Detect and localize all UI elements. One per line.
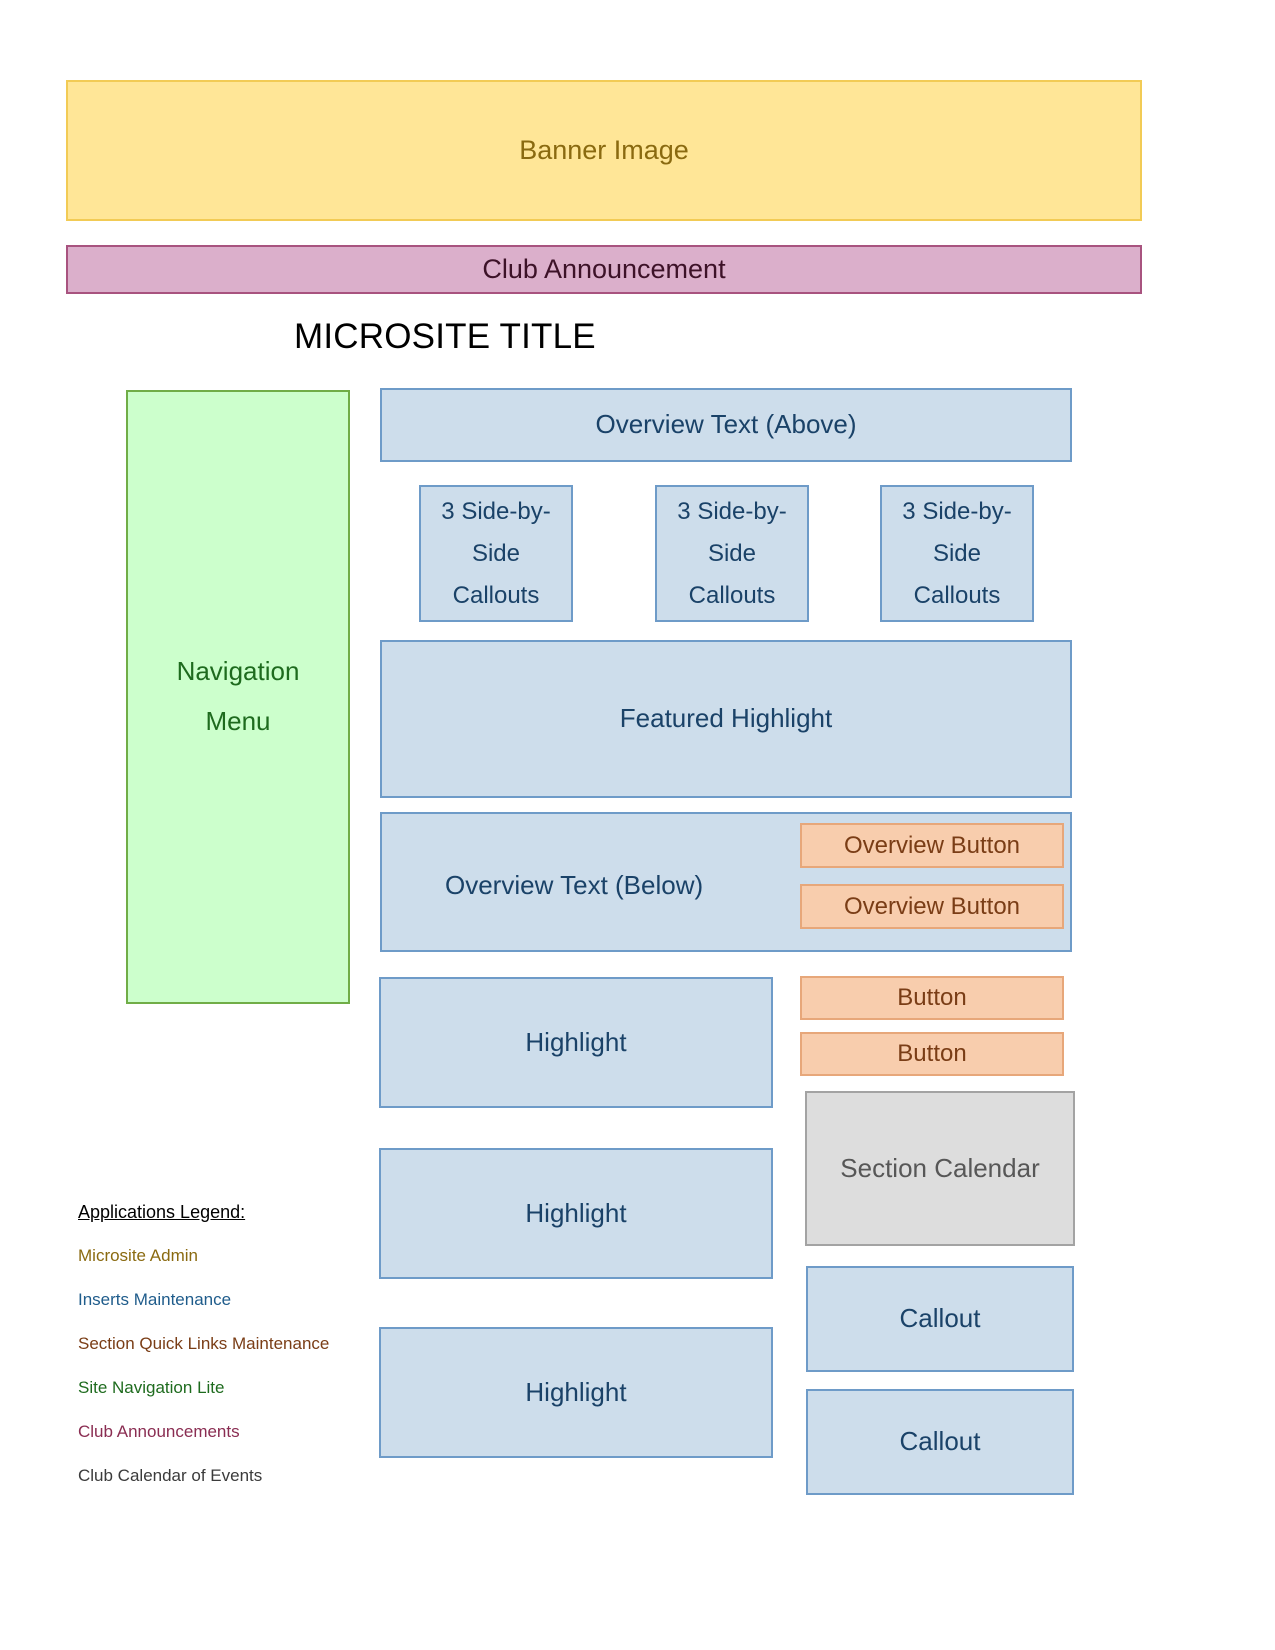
navigation-menu-label-line2: Menu bbox=[205, 706, 271, 736]
button-2[interactable]: Button bbox=[800, 1032, 1064, 1076]
side-by-side-callout-2[interactable]: 3 Side-by- Side Callouts bbox=[655, 485, 809, 622]
highlight-1-label: Highlight bbox=[525, 1026, 627, 1057]
side-callout-2-line3: Callouts bbox=[688, 581, 776, 609]
club-announcement-label: Club Announcement bbox=[482, 253, 726, 284]
wireframe-canvas: Banner Image Club Announcement MICROSITE… bbox=[0, 0, 1275, 1650]
highlight-3-label: Highlight bbox=[525, 1376, 627, 1407]
overview-button-1[interactable]: Overview Button bbox=[800, 823, 1064, 868]
side-callout-1-line1: 3 Side-by- bbox=[441, 497, 551, 525]
side-callout-block-1-label: Callout bbox=[899, 1303, 981, 1334]
overview-text-above-label: Overview Text (Above) bbox=[595, 409, 857, 440]
side-callout-3-line2: Side bbox=[932, 539, 982, 567]
overview-button-2-label: Overview Button bbox=[843, 892, 1021, 920]
banner-label: Banner Image bbox=[519, 134, 689, 165]
applications-legend: Applications Legend: Microsite Admin Ins… bbox=[78, 1203, 329, 1484]
side-callout-block-1[interactable]: Callout bbox=[806, 1266, 1074, 1372]
legend-title: Applications Legend: bbox=[78, 1202, 246, 1222]
legend-item-inserts-maintenance: Inserts Maintenance bbox=[78, 1290, 232, 1309]
overview-text-below-label: Overview Text (Below) bbox=[445, 870, 704, 900]
club-announcement-block[interactable]: Club Announcement bbox=[66, 245, 1142, 294]
page-title: MICROSITE TITLE bbox=[294, 317, 596, 356]
side-callout-1-line2: Side bbox=[471, 539, 521, 567]
side-callout-2-line1: 3 Side-by- bbox=[677, 497, 787, 525]
side-callout-2-line2: Side bbox=[707, 539, 757, 567]
section-calendar-block[interactable]: Section Calendar bbox=[805, 1091, 1075, 1246]
legend-item-microsite-admin: Microsite Admin bbox=[78, 1246, 198, 1265]
legend-item-section-quick-links-maintenance: Section Quick Links Maintenance bbox=[78, 1334, 330, 1353]
navigation-menu-label-line1: Navigation bbox=[176, 656, 300, 687]
legend-item-club-announcements: Club Announcements bbox=[78, 1422, 240, 1441]
overview-text-above-block[interactable]: Overview Text (Above) bbox=[380, 388, 1072, 462]
side-by-side-callout-3[interactable]: 3 Side-by- Side Callouts bbox=[880, 485, 1034, 622]
side-by-side-callout-1[interactable]: 3 Side-by- Side Callouts bbox=[419, 485, 573, 622]
side-callout-block-2[interactable]: Callout bbox=[806, 1389, 1074, 1495]
highlight-block-3[interactable]: Highlight bbox=[379, 1327, 773, 1458]
highlight-2-label: Highlight bbox=[525, 1197, 627, 1228]
side-callout-block-2-label: Callout bbox=[899, 1426, 981, 1457]
button-1[interactable]: Button bbox=[800, 976, 1064, 1020]
featured-highlight-block[interactable]: Featured Highlight bbox=[380, 640, 1072, 798]
side-callout-3-line1: 3 Side-by- bbox=[902, 497, 1012, 525]
navigation-menu-block[interactable]: Navigation Menu bbox=[126, 390, 350, 1004]
highlight-block-1[interactable]: Highlight bbox=[379, 977, 773, 1108]
button-1-label: Button bbox=[897, 984, 967, 1012]
overview-button-2[interactable]: Overview Button bbox=[800, 884, 1064, 929]
banner-image-block[interactable]: Banner Image bbox=[66, 80, 1142, 221]
button-2-label: Button bbox=[897, 1040, 967, 1068]
overview-button-1-label: Overview Button bbox=[843, 831, 1021, 859]
featured-highlight-label: Featured Highlight bbox=[619, 703, 833, 734]
highlight-block-2[interactable]: Highlight bbox=[379, 1148, 773, 1279]
legend-item-site-navigation-lite: Site Navigation Lite bbox=[78, 1378, 225, 1397]
side-callout-3-line3: Callouts bbox=[913, 581, 1001, 609]
section-calendar-label: Section Calendar bbox=[840, 1152, 1040, 1183]
legend-item-club-calendar-of-events: Club Calendar of Events bbox=[78, 1466, 263, 1485]
side-callout-1-line3: Callouts bbox=[452, 581, 540, 609]
